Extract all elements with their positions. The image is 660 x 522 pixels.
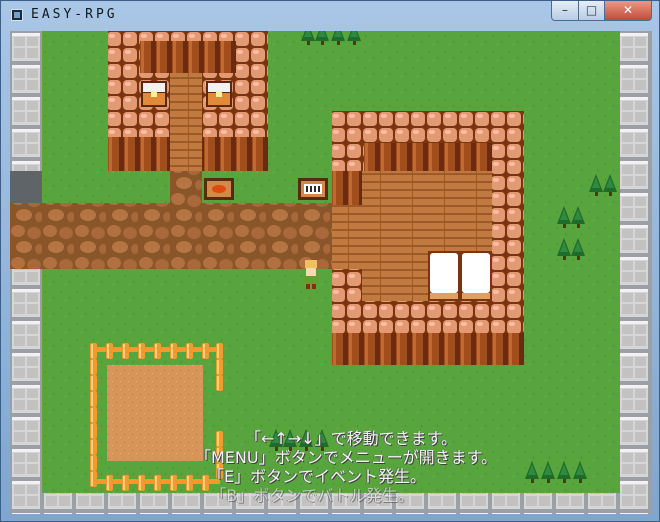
window-title: EASY-RPG: [31, 7, 118, 22]
help-line-move: 「←↑→↓」で移動できます。: [244, 429, 458, 448]
help-text: 「←↑→↓」で移動できます。 「MENU」ボタンでメニューが開きます。 「E」ボ…: [10, 429, 652, 505]
app-icon: [11, 9, 23, 21]
help-line-battle: 「B」ボタンでバトル発生。: [210, 486, 414, 505]
game-viewport[interactable]: 「←↑→↓」で移動できます。 「MENU」ボタンでメニューが開きます。 「E」ボ…: [10, 31, 652, 514]
house-inn: [332, 111, 524, 365]
close-button[interactable]: ✕: [604, 1, 652, 21]
maximize-button[interactable]: □: [578, 1, 605, 21]
treasure-chest-2: [206, 81, 232, 107]
treasure-chest-1: [141, 81, 167, 107]
minimize-button[interactable]: –: [551, 1, 579, 21]
help-line-event: 「E」ボタンでイベント発生。: [207, 467, 427, 486]
shop-sign-item: [204, 178, 234, 200]
inn-bed-1: [428, 251, 460, 301]
shop-sign-inn: [298, 178, 328, 200]
inn-bed-2: [460, 251, 492, 301]
title-bar[interactable]: EASY-RPG – □ ✕: [1, 1, 659, 31]
house-top-left: [108, 31, 268, 171]
game-window: EASY-RPG – □ ✕ 「←↑→↓」で移動できます。 「MENU」ボタンで…: [0, 0, 660, 522]
stone-gate: [10, 171, 42, 203]
cobble-road: [10, 203, 340, 269]
help-line-menu: 「MENU」ボタンでメニューが開きます。: [195, 448, 497, 467]
